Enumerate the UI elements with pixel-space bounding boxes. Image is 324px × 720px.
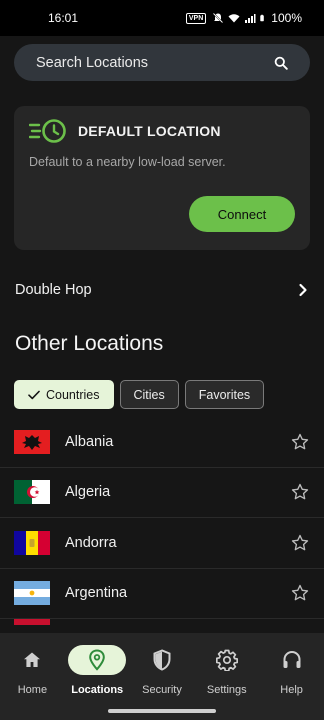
country-name: Argentina — [65, 585, 128, 602]
location-filter-chips: Countries Cities Favorites — [14, 380, 265, 409]
filter-chip-countries[interactable]: Countries — [14, 380, 114, 409]
default-location-header: DEFAULT LOCATION — [29, 118, 221, 144]
double-hop-item[interactable]: Double Hop — [0, 270, 324, 310]
nav-label: Security — [142, 684, 182, 696]
headset-icon — [283, 651, 301, 668]
star-icon[interactable] — [290, 533, 310, 553]
filter-chip-label: Cities — [133, 387, 165, 402]
filter-chip-cities[interactable]: Cities — [119, 380, 179, 409]
list-item-partial[interactable] — [0, 619, 324, 633]
bottom-navigation: Home Locations Security Settings Help — [0, 633, 324, 720]
default-location-subtitle: Default to a nearby low-load server. — [29, 155, 226, 169]
battery-icon — [260, 14, 265, 22]
filter-chip-label: Countries — [46, 387, 100, 402]
status-bar: 16:01 VPN 100% — [0, 0, 324, 36]
list-item-algeria[interactable]: Algeria — [0, 468, 324, 518]
mute-icon — [213, 12, 224, 24]
signal-icon — [245, 14, 256, 23]
star-icon[interactable] — [290, 432, 310, 452]
default-location-card: DEFAULT LOCATION Default to a nearby low… — [14, 106, 310, 250]
shield-icon — [153, 649, 171, 671]
algeria-flag — [14, 480, 50, 505]
status-time: 16:01 — [48, 11, 79, 25]
nav-item-security[interactable]: Security — [130, 633, 195, 707]
country-list: Albania Algeria Andorra Argentina — [0, 417, 324, 633]
list-item-andorra[interactable]: Andorra — [0, 518, 324, 569]
country-name: Andorra — [65, 534, 117, 551]
nav-item-locations[interactable]: Locations — [65, 633, 130, 707]
list-item-argentina[interactable]: Argentina — [0, 569, 324, 619]
vpn-badge: VPN — [185, 12, 207, 24]
battery-level: 100% — [271, 11, 302, 25]
double-hop-label: Double Hop — [15, 282, 92, 298]
nav-item-help[interactable]: Help — [259, 633, 324, 707]
country-name: Albania — [65, 433, 114, 450]
status-icons: VPN 100% — [185, 11, 302, 25]
fast-clock-icon — [29, 119, 66, 143]
gear-icon — [215, 649, 238, 671]
search-bar[interactable]: Search Locations — [14, 44, 310, 81]
filter-chip-favorites[interactable]: Favorites — [184, 380, 265, 409]
star-icon[interactable] — [290, 583, 310, 603]
argentina-flag — [14, 581, 50, 606]
nav-label: Settings — [206, 684, 247, 696]
andorra-flag — [14, 530, 50, 555]
other-locations-title: Other Locations — [15, 332, 164, 355]
list-item-albania[interactable]: Albania — [0, 417, 324, 468]
search-placeholder: Search Locations — [36, 54, 149, 71]
filter-chip-label: Favorites — [198, 387, 251, 402]
nav-label: Help — [280, 684, 303, 696]
nav-label: Locations — [71, 684, 124, 696]
star-icon[interactable] — [290, 482, 310, 502]
partial-flag — [14, 619, 50, 625]
connect-button[interactable]: Connect — [189, 196, 295, 232]
albania-flag — [14, 429, 50, 454]
nav-item-home[interactable]: Home — [0, 633, 65, 707]
search-icon[interactable] — [274, 56, 288, 70]
home-icon — [24, 652, 41, 667]
country-name: Algeria — [65, 484, 111, 501]
location-pin-icon — [89, 649, 105, 671]
gesture-bar[interactable] — [108, 709, 216, 713]
check-icon — [28, 390, 40, 399]
chevron-right-icon — [299, 283, 307, 297]
default-location-title: DEFAULT LOCATION — [78, 123, 221, 139]
wifi-icon — [228, 14, 240, 23]
nav-label: Home — [17, 684, 48, 696]
nav-item-settings[interactable]: Settings — [194, 633, 259, 707]
